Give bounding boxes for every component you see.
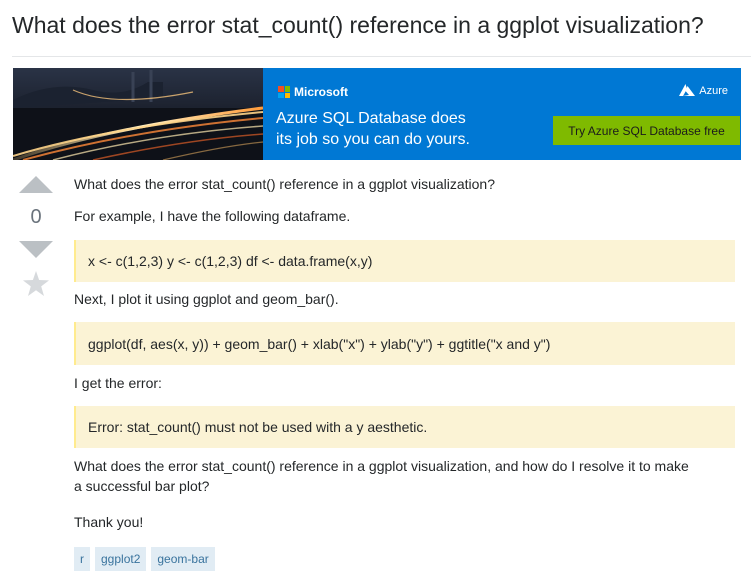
ad-tagline-line2: its job so you can do yours. xyxy=(276,131,470,148)
paragraph-line: a successful bar plot? xyxy=(74,478,210,494)
microsoft-logo: Microsoft xyxy=(278,85,348,99)
paragraph: Thank you! xyxy=(74,514,144,530)
paragraph: For example, I have the following datafr… xyxy=(74,208,351,224)
paragraph: Next, I plot it using ggplot and geom_ba… xyxy=(74,291,339,307)
paragraph: What does the error stat_count() referen… xyxy=(74,176,496,192)
ad-photo xyxy=(13,68,263,160)
ad-tagline: Azure SQL Database does its job so you c… xyxy=(276,108,506,150)
question-title[interactable]: What does the error stat_count() referen… xyxy=(12,10,704,40)
title-divider xyxy=(12,56,751,57)
ad-cta-button[interactable]: Try Azure SQL Database free xyxy=(553,116,740,145)
code-block: ggplot(df, aes(x, y)) + geom_bar() + xla… xyxy=(74,322,735,365)
ad-banner[interactable]: Microsoft Azure Azure SQL Database does … xyxy=(13,68,741,160)
code-text: Error: stat_count() must not be used wit… xyxy=(88,419,428,435)
code-text: ggplot(df, aes(x, y)) + geom_bar() + xla… xyxy=(88,335,551,352)
vote-count: 0 xyxy=(30,206,42,228)
paragraph: I get the error: xyxy=(74,375,162,391)
tag-list: r ggplot2 geom-bar xyxy=(74,547,215,571)
upvote-arrow-icon[interactable] xyxy=(19,176,53,193)
azure-logo: Azure xyxy=(679,84,728,97)
tag-r[interactable]: r xyxy=(74,547,90,571)
downvote-arrow-icon[interactable] xyxy=(19,241,53,258)
code-text: x <- c(1,2,3) y <- c(1,2,3) df <- data.f… xyxy=(88,253,373,269)
tag-geom-bar[interactable]: geom-bar xyxy=(151,547,215,571)
azure-label: Azure xyxy=(699,84,728,97)
azure-icon xyxy=(679,84,696,96)
ad-tagline-line1: Azure SQL Database does xyxy=(276,110,466,127)
favorite-star-icon[interactable] xyxy=(23,271,49,296)
microsoft-squares-icon xyxy=(278,86,290,98)
microsoft-brand: Microsoft xyxy=(294,85,348,99)
code-block: x <- c(1,2,3) y <- c(1,2,3) df <- data.f… xyxy=(74,240,735,282)
code-block: Error: stat_count() must not be used wit… xyxy=(74,406,735,448)
paragraph-line: What does the error stat_count() referen… xyxy=(74,458,689,474)
tag-ggplot2[interactable]: ggplot2 xyxy=(95,547,147,571)
